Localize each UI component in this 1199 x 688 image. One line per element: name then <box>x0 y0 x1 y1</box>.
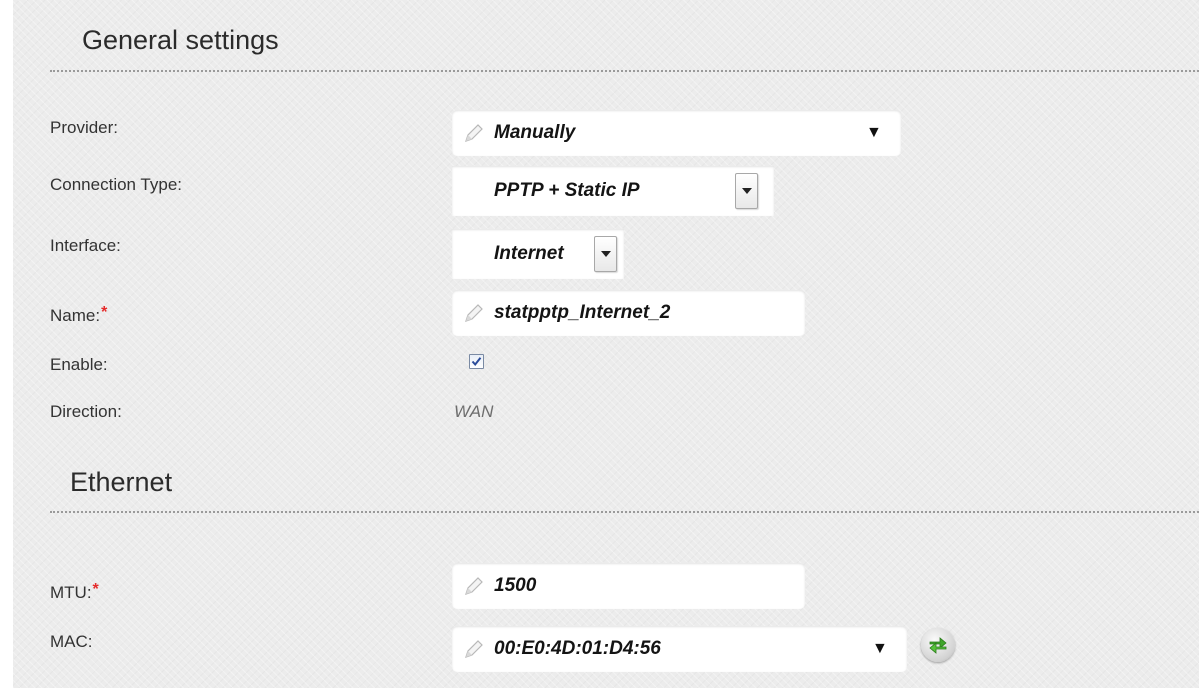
pencil-icon <box>465 304 483 322</box>
section-divider <box>50 511 1199 513</box>
interface-select[interactable]: Internet <box>452 229 624 279</box>
enable-checkbox[interactable] <box>469 354 484 369</box>
name-label-text: Name: <box>50 306 101 325</box>
interface-label: Interface: <box>50 236 121 255</box>
connection-type-label: Connection Type: <box>50 175 182 194</box>
interface-value: Internet <box>494 243 564 264</box>
name-label: Name:* <box>50 304 108 326</box>
chevron-down-icon <box>600 251 611 257</box>
connection-type-value: PPTP + Static IP <box>494 180 640 201</box>
section-title-general-settings: General settings <box>82 25 279 55</box>
direction-label: Direction: <box>50 402 122 421</box>
provider-label: Provider: <box>50 118 119 137</box>
connection-type-select[interactable]: PPTP + Static IP <box>452 166 774 216</box>
required-mark: * <box>92 581 99 598</box>
provider-select[interactable]: Manually ▼ <box>452 110 901 156</box>
mac-refresh-button[interactable] <box>921 628 955 662</box>
pencil-icon <box>465 577 483 595</box>
chevron-down-icon <box>741 188 752 194</box>
section-title-ethernet: Ethernet <box>70 467 173 497</box>
enable-label: Enable: <box>50 355 108 374</box>
required-mark: * <box>101 304 108 321</box>
refresh-arrows-icon <box>929 637 947 654</box>
mtu-label: MTU:* <box>50 581 99 603</box>
section-divider <box>50 70 1199 72</box>
direction-value: WAN <box>454 402 494 421</box>
mac-value: 00:E0:4D:01:D4:56 <box>494 638 661 659</box>
name-input[interactable]: statpptp_Internet_2 <box>452 290 805 336</box>
connection-type-dropdown-button[interactable] <box>735 173 758 209</box>
dropdown-arrow-icon: ▼ <box>866 124 882 141</box>
provider-value: Manually <box>494 122 576 143</box>
mtu-input[interactable]: 1500 <box>452 563 805 609</box>
name-value: statpptp_Internet_2 <box>494 302 671 323</box>
mac-select[interactable]: 00:E0:4D:01:D4:56 ▼ <box>452 626 907 672</box>
pencil-icon <box>465 640 483 658</box>
pencil-icon <box>465 124 483 142</box>
mac-label: MAC: <box>50 632 93 651</box>
mtu-label-text: MTU: <box>50 583 92 602</box>
interface-dropdown-button[interactable] <box>594 236 617 272</box>
mtu-value: 1500 <box>494 575 537 596</box>
checkmark-icon <box>471 357 482 367</box>
dropdown-arrow-icon: ▼ <box>872 640 888 657</box>
